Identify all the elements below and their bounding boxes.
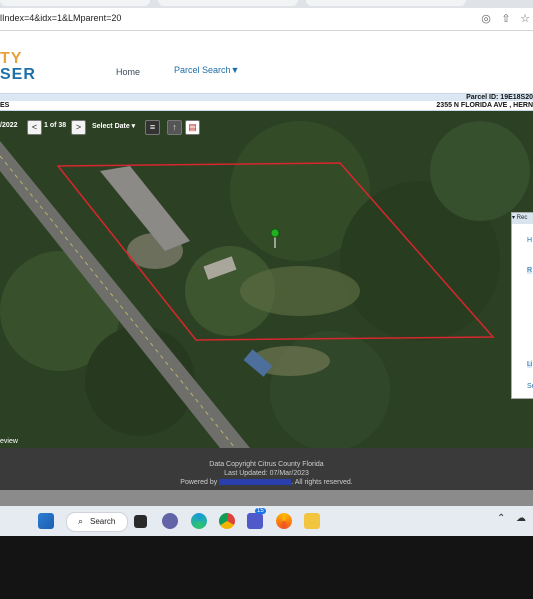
select-date-dropdown[interactable]: Select Date ▾ [92, 122, 135, 130]
browser-tab-strip [0, 0, 533, 8]
browser-tab[interactable] [158, 0, 298, 6]
aerial-imagery [0, 111, 533, 448]
layers-icon[interactable]: ≡ [145, 120, 160, 135]
next-image-button[interactable]: > [71, 120, 86, 135]
app-icon[interactable] [276, 513, 292, 529]
teams-chat-icon[interactable] [162, 513, 178, 529]
powered-by-link[interactable] [219, 479, 292, 486]
chrome-browser-icon[interactable] [219, 513, 235, 529]
site-footer: Data Copyright Citrus County Florida Las… [0, 448, 533, 490]
last-updated-value: 07/Mar/2023 [269, 470, 309, 477]
prev-image-button[interactable]: < [27, 120, 42, 135]
aerial-map[interactable]: /2022 < 1 of 38 > Select Date ▾ ≡ ↑ ▤ ev… [0, 111, 533, 448]
location-pin-icon [270, 228, 280, 238]
url-text[interactable]: lIndex=4&idx=1&LMparent=20 [0, 13, 121, 23]
edge-browser-icon[interactable] [191, 513, 207, 529]
chevron-up-icon[interactable]: ⌃ [497, 513, 505, 524]
search-icon: ⌕ [78, 516, 84, 526]
rights-text: . All rights reserved. [291, 479, 353, 486]
browser-tab[interactable] [306, 0, 466, 6]
share-icon[interactable]: ⇧ [499, 12, 513, 26]
browser-tab[interactable] [0, 0, 150, 6]
file-explorer-icon[interactable] [304, 513, 320, 529]
powered-by: Powered by . All rights reserved. [0, 479, 533, 486]
parcel-id: Parcel ID: 19E18S20 [466, 94, 533, 101]
teams-icon[interactable]: 15 [247, 508, 266, 529]
parcel-address: 2355 N FLORIDA AVE , HERN [436, 102, 533, 109]
taskbar-search[interactable]: ⌕ Search [66, 512, 128, 532]
site-header: TY SER Home Parcel Search▼ [0, 31, 533, 93]
page-indicator: 1 of 38 [44, 122, 67, 129]
address-bar: lIndex=4&idx=1&LMparent=20 ◎ ⇧ ☆ [0, 8, 533, 31]
map-review-label: eview [0, 438, 18, 445]
powered-by-label: Powered by [180, 479, 218, 486]
pdf-icon[interactable]: ▤ [185, 120, 200, 135]
side-panel-item[interactable]: H [527, 237, 532, 244]
screen-bezel [0, 536, 533, 599]
nav-home-link[interactable]: Home [116, 67, 140, 77]
parcel-address-bar: ES 2355 N FLORIDA AVE , HERN [0, 101, 533, 111]
windows-start-icon[interactable] [38, 513, 54, 529]
records-side-panel[interactable]: ▾ Rec H R Li Se [511, 212, 533, 399]
side-panel-item[interactable]: Se [527, 383, 533, 390]
onedrive-icon[interactable]: ☁ [516, 513, 526, 524]
copyright-text: Data Copyright Citrus County Florida [209, 461, 324, 468]
nav-parcel-search-link[interactable]: Parcel Search▼ [174, 65, 239, 75]
current-date: /2022 [0, 122, 18, 129]
teams-badge: 15 [255, 508, 266, 514]
bookmark-star-icon[interactable]: ☆ [518, 12, 532, 26]
page-bottom-strip [0, 490, 533, 506]
tracking-off-icon[interactable]: ◎ [479, 12, 493, 26]
task-view-icon[interactable] [134, 515, 147, 528]
section-label: ES [0, 102, 10, 109]
last-updated-label: Last Updated: [224, 470, 268, 477]
side-panel-header[interactable]: ▾ Rec [512, 213, 533, 224]
last-updated: Last Updated: 07/Mar/2023 [0, 470, 533, 477]
search-label: Search [90, 517, 116, 526]
side-panel-item[interactable]: Li [527, 361, 533, 368]
windows-taskbar: ⌕ Search 15 ⌃ ☁ [0, 506, 533, 536]
upload-icon[interactable]: ↑ [167, 120, 182, 135]
side-panel-item[interactable]: R [527, 267, 533, 274]
site-logo-line2[interactable]: SER [0, 66, 36, 84]
